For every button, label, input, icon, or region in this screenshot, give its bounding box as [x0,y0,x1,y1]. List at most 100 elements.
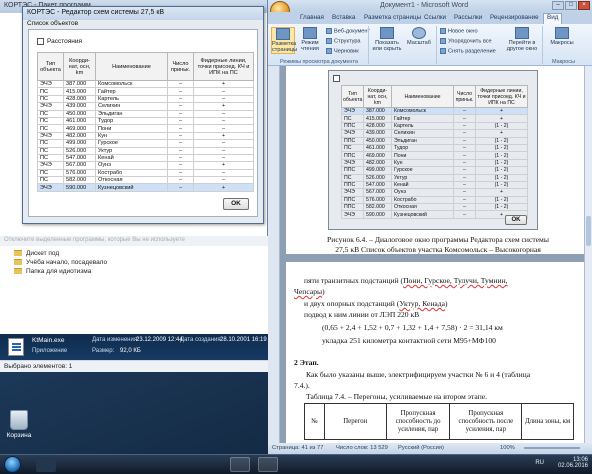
table-cell: Пони [95,124,168,133]
word-statusbar: Страница: 41 из 77 Число слов: 13 529 Ру… [268,443,592,454]
tab-review[interactable]: Рецензирование [490,14,539,21]
paragraph-line: укладка 251 километра контактной сети М9… [322,336,496,345]
taskbar-app-browser-icon[interactable] [90,457,110,472]
table-row[interactable]: ПС 428.000 Картель – – [37,94,254,104]
column-header[interactable]: Наименование [95,52,168,81]
segments-table: № Перегон Пропускная способность до усил… [304,403,574,440]
document-area[interactable]: Тип объекта Коорди-нат, осн, km Наименов… [268,66,592,443]
table-cell: ППС [341,136,364,145]
table-cell: Кузнецовский [391,210,454,219]
tab-view[interactable]: Вид [543,13,563,24]
outline-button[interactable]: Структура [326,38,361,44]
table-cell: 526.000 [63,146,96,155]
tab-insert[interactable]: Вставка [332,14,355,21]
maximize-button[interactable]: □ [565,1,577,10]
column-header[interactable]: Тип объекта [37,52,64,81]
arrange-all-button[interactable]: Упорядочить все [440,38,492,44]
tab-mailings[interactable]: Рассылки [454,14,482,21]
folder-item[interactable]: Учёба начало, посадевало [14,259,107,266]
table-row[interactable]: ПС 547.000 Кенай – – [37,153,254,163]
table-row[interactable]: ЭЧЭ 439.000 Селихин – + [37,102,254,111]
column-header: № [304,403,325,440]
taskbar-app-explorer-window-icon[interactable] [284,457,304,472]
page-count[interactable]: Страница: 41 из 77 [272,445,324,451]
table-row[interactable]: ПС 582.000 Откосная – – [37,176,254,185]
table-row[interactable]: ПС 415.000 Гайтер – – [37,87,254,96]
column-header: Фидерные линии, точки присоед. КЧ и ИПК … [475,85,528,108]
table-row[interactable]: ПС 461.000 Тудор – – [37,116,254,126]
taskbar-app-word-doc-icon[interactable] [258,457,278,472]
table-cell: ЭЧЭ [37,131,64,141]
table-cell: + [193,131,254,141]
separator [436,26,437,64]
taskbar-app-pdf-icon[interactable] [144,457,164,472]
table-cell: Кенай [95,153,168,163]
table-cell: 387.000 [63,79,96,89]
taskbar-app-kortes-icon[interactable] [230,457,250,472]
table-cell: – [167,94,194,104]
taskbar-app-media-icon[interactable] [36,457,56,472]
table-row[interactable]: ЭЧЭ 590.000 Кузнецовский – + [37,183,254,192]
web-layout-button[interactable]: Веб-документ [326,28,370,34]
table-cell: Кострабо [391,195,454,205]
taskbar-app-explorer-icon[interactable] [62,457,82,472]
macros-button[interactable]: Макросы [548,27,576,46]
remove-split-button[interactable]: Снять разделение [440,48,496,54]
close-button[interactable]: × [578,1,590,10]
word-titlebar: Документ1 - Microsoft Word – □ × [268,0,592,12]
zoom-button[interactable]: Масштаб [406,27,432,46]
group-label-macros: Макросы [552,59,575,65]
draft-button[interactable]: Черновик [326,48,359,54]
table-cell: – [193,94,254,104]
image-checkbox [333,75,340,82]
table-cell: – [167,79,194,89]
table-cell: Тудор [95,116,168,126]
show-hide-button[interactable]: Показать или скрыть [372,27,402,52]
zoom-slider[interactable] [524,447,580,449]
clock-date[interactable]: 02.06.2016 [558,463,588,469]
table-cell: + [475,129,528,138]
column-header: Тип объекта [341,85,364,108]
taskbar-app-word-icon[interactable] [172,457,192,472]
table-row[interactable]: ПС 576.000 Кострабо – – [37,168,254,178]
table-cell: – [167,139,194,148]
table-row: ПС 461.000 Тудор – (1 - 2) [341,143,528,153]
table-row[interactable]: ПС 526.000 Уктур – – [37,146,254,155]
minimize-button[interactable]: – [552,1,564,10]
language-indicator[interactable]: RU [535,460,544,466]
distances-checkbox[interactable]: Расстояния [37,38,82,45]
tab-home[interactable]: Главная [300,14,324,21]
table-row[interactable]: ПС 499.000 Гурское – – [37,139,254,148]
zoom-level[interactable]: 100% [500,445,515,451]
column-header[interactable]: Коорди-нат, осн, km [63,52,96,81]
tab-page-layout[interactable]: Разметка страницы [364,14,421,21]
table-row[interactable]: ПС 450.000 Эльдиган – – [37,109,254,118]
taskbar-app-media-player-icon[interactable] [118,457,138,472]
ok-button[interactable]: OK [223,198,249,210]
column-header[interactable]: Фидерные линии, точки присоед. КЧ и ИПК … [193,52,254,81]
start-button-icon[interactable] [4,456,21,473]
print-layout-button[interactable]: Разметка страницы [271,27,297,54]
word-count[interactable]: Число слов: 13 529 [336,445,388,451]
recycle-bin[interactable]: Корзина [2,410,36,439]
column-header: Перегон [323,403,387,440]
switch-windows-button[interactable]: Перейти в другое окно [506,27,538,52]
folder-item[interactable]: Дискет под [14,250,59,257]
checkbox-box[interactable] [37,38,44,45]
table-row[interactable]: ЭЧЭ 567.000 Оунэ – + [37,161,254,170]
table-row[interactable]: ЭЧЭ 482.000 Кун – + [37,131,254,141]
new-window-button[interactable]: Новое окно [440,28,478,34]
taskbar-app-excel-icon[interactable] [198,457,218,472]
objects-table[interactable]: Тип объекта Коорди-нат, осн, km Наименов… [37,52,254,192]
table-row[interactable]: ЭЧЭ 387.000 Комсомольск – + [37,79,254,89]
language[interactable]: Русский (Россия) [398,445,444,451]
vertical-scrollbar[interactable] [584,66,592,443]
table-cell: – [453,143,476,153]
column-header[interactable]: Число приньк. [167,52,194,81]
folder-item[interactable]: Папка для идиотизма [14,268,91,275]
tab-references[interactable]: Ссылки [424,14,446,21]
table-row[interactable]: ПС 469.000 Пони – – [37,124,254,133]
table-cell: – [167,116,194,126]
detail-modified-label: Дата изменения: [92,337,139,343]
reading-mode-button[interactable]: Режим чтения [298,27,322,52]
